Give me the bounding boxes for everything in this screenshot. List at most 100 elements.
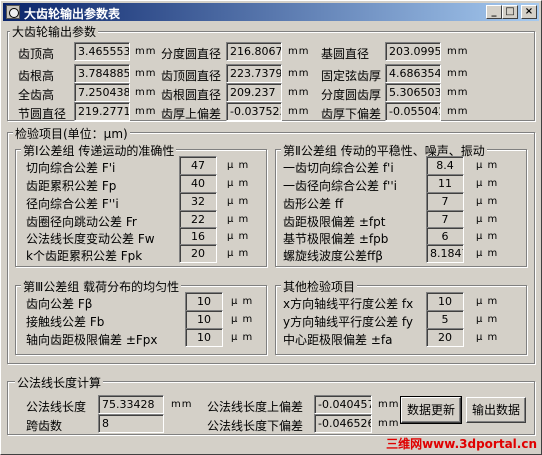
g4-item-unit: μ m — [476, 332, 499, 343]
whole-depth-unit: mm — [135, 87, 157, 98]
g1-item-unit: μ m — [227, 248, 250, 259]
g2-item-unit: μ m — [476, 178, 499, 189]
g4-item-field[interactable]: 10 — [426, 292, 464, 311]
wkl-lower-dev-label: 公法线长度下偏差 — [207, 419, 304, 433]
thickness-lower-dev-label: 齿厚下偏差 — [321, 107, 382, 121]
g2-item-field[interactable]: 8.4 — [426, 156, 464, 175]
other-items-group-title: 其他检验项目 — [281, 278, 358, 295]
tip-diameter-field[interactable]: 223.7379 — [226, 64, 282, 83]
whole-depth-label: 全齿高 — [18, 88, 55, 102]
thickness-upper-dev-field[interactable]: -0.037523 — [226, 102, 282, 121]
g2-item-label: 一齿切向综合公差 f'i — [283, 161, 394, 175]
export-data-button[interactable]: 输出数据 — [466, 397, 526, 423]
dedendum-label: 齿根高 — [18, 69, 55, 83]
g3-item-field[interactable]: 10 — [185, 310, 223, 329]
chordal-thickness-field[interactable]: 4.686354 — [385, 64, 441, 83]
g2-item-label: 齿距极限偏差 ±fpt — [283, 215, 386, 229]
g2-item-label: 齿形公差 ff — [283, 197, 344, 211]
g2-item-unit: μ m — [476, 214, 499, 225]
wkl-upper-dev-field[interactable]: -0.040457 — [314, 395, 372, 414]
root-diameter-unit: mm — [288, 87, 310, 98]
root-diameter-label: 齿根圆直径 — [161, 88, 222, 102]
operating-diameter-label: 节圆直径 — [18, 107, 67, 121]
dedendum-field[interactable]: 3.784885 — [74, 64, 130, 83]
tolerance-group-3-title: 第Ⅲ公差组 载荷分布的均匀性 — [21, 278, 182, 295]
g1-item-label: 齿圈径向跳动公差 Fr — [26, 215, 137, 229]
g4-item-unit: μ m — [476, 296, 499, 307]
g1-item-field[interactable]: 47 — [179, 156, 217, 175]
g3-item-field[interactable]: 10 — [185, 292, 223, 311]
g4-item-unit: μ m — [476, 314, 499, 325]
g1-item-label: 齿距累积公差 Fp — [26, 179, 117, 193]
g1-item-label: 径向综合公差 F''i — [26, 197, 119, 211]
tolerance-group-1-title: 第Ⅰ公差组 传递运动的准确性 — [21, 142, 177, 159]
g2-item-unit: μ m — [476, 160, 499, 171]
addendum-label: 齿顶高 — [18, 47, 55, 61]
g2-item-label: 基节极限偏差 ±fpb — [283, 232, 389, 246]
wkl-lower-dev-field[interactable]: -0.046526 — [314, 414, 372, 433]
thickness-lower-dev-unit: mm — [447, 106, 469, 117]
g1-item-field[interactable]: 40 — [179, 174, 217, 193]
base-diameter-field[interactable]: 203.0995 — [385, 42, 441, 61]
thickness-upper-dev-unit: mm — [288, 106, 310, 117]
chordal-thickness-label: 固定弦齿厚 — [321, 69, 382, 83]
g4-item-label: 中心距极限偏差 ±fa — [283, 333, 393, 347]
root-diameter-field[interactable]: 209.237 — [226, 83, 282, 102]
operating-diameter-unit: mm — [135, 106, 157, 117]
minimize-button[interactable]: _ — [486, 5, 502, 19]
whole-depth-field[interactable]: 7.250438 — [74, 83, 130, 102]
g1-item-label: 公法线长度变动公差 Fw — [26, 232, 155, 246]
window-title: 大齿轮输出参数表 — [24, 7, 121, 21]
g1-item-label: k个齿距累积公差 Fpk — [26, 249, 143, 263]
maximize-button[interactable]: □ — [502, 5, 518, 19]
span-teeth-field[interactable]: 8 — [98, 414, 164, 433]
g3-item-label: 齿向公差 Fβ — [26, 297, 93, 311]
base-diameter-unit: mm — [447, 46, 469, 57]
close-button[interactable]: × — [521, 5, 537, 19]
g2-item-field[interactable]: 11 — [426, 174, 464, 193]
g2-item-unit: μ m — [476, 248, 499, 259]
update-data-button[interactable]: 数据更新 — [400, 396, 462, 424]
base-diameter-label: 基圆直径 — [321, 47, 370, 61]
g3-item-field[interactable]: 10 — [185, 328, 223, 347]
g3-item-unit: μ m — [231, 332, 254, 343]
wkl-upper-dev-label: 公法线长度上偏差 — [207, 400, 304, 414]
g2-item-field[interactable]: 8.1847 — [426, 244, 464, 263]
g4-item-label: x方向轴线平行度公差 fx — [283, 297, 414, 311]
g1-item-field[interactable]: 20 — [179, 244, 217, 263]
g1-item-unit: μ m — [227, 214, 250, 225]
g1-item-field[interactable]: 32 — [179, 192, 217, 211]
pitch-diameter-unit: mm — [288, 46, 310, 57]
watermark-text: 三维网www.3dportal.cn — [386, 437, 537, 451]
addendum-field[interactable]: 3.465553 — [74, 42, 130, 61]
tip-diameter-label: 齿顶圆直径 — [161, 69, 222, 83]
g1-item-unit: μ m — [227, 178, 250, 189]
g4-item-field[interactable]: 20 — [426, 328, 464, 347]
g1-item-label: 切向综合公差 F'i — [26, 161, 116, 175]
wkl-length-field[interactable]: 75.33428 — [98, 395, 164, 414]
pitch-thickness-label: 分度圆齿厚 — [321, 88, 382, 102]
g4-item-label: y方向轴线平行度公差 fy — [283, 315, 414, 329]
g2-item-field[interactable]: 7 — [426, 192, 464, 211]
app-icon — [6, 5, 20, 19]
title-bar[interactable]: 大齿轮输出参数表 _ □ × — [3, 3, 539, 21]
g2-item-unit: μ m — [476, 231, 499, 242]
inspection-group-title: 检验项目(单位：μm) — [13, 125, 130, 142]
operating-diameter-field[interactable]: 219.2771 — [74, 102, 130, 121]
g1-item-unit: μ m — [227, 160, 250, 171]
thickness-lower-dev-field[interactable]: -0.055042 — [385, 102, 441, 121]
output-params-group-title: 大齿轮输出参数 — [10, 23, 99, 40]
g4-item-field[interactable]: 5 — [426, 310, 464, 329]
main-window: 大齿轮输出参数表 _ □ × 大齿轮输出参数 齿顶高 3.465553 mm 分… — [0, 0, 542, 455]
g2-item-label: 螺旋线波度公差ffβ — [283, 249, 383, 263]
wkl-length-label: 公法线长度 — [26, 400, 87, 414]
pitch-diameter-field[interactable]: 216.8067 — [226, 42, 282, 61]
span-teeth-label: 跨齿数 — [26, 419, 63, 433]
g2-item-label: 一齿径向综合公差 f''i — [283, 179, 397, 193]
wkl-lower-dev-unit: mm — [378, 418, 400, 429]
g3-item-unit: μ m — [231, 314, 254, 325]
wkl-upper-dev-unit: mm — [378, 399, 400, 410]
pitch-thickness-field[interactable]: 5.306503 — [385, 83, 441, 102]
g3-item-label: 轴向齿距极限偏差 ±Fpx — [26, 333, 158, 347]
pitch-thickness-unit: mm — [447, 87, 469, 98]
